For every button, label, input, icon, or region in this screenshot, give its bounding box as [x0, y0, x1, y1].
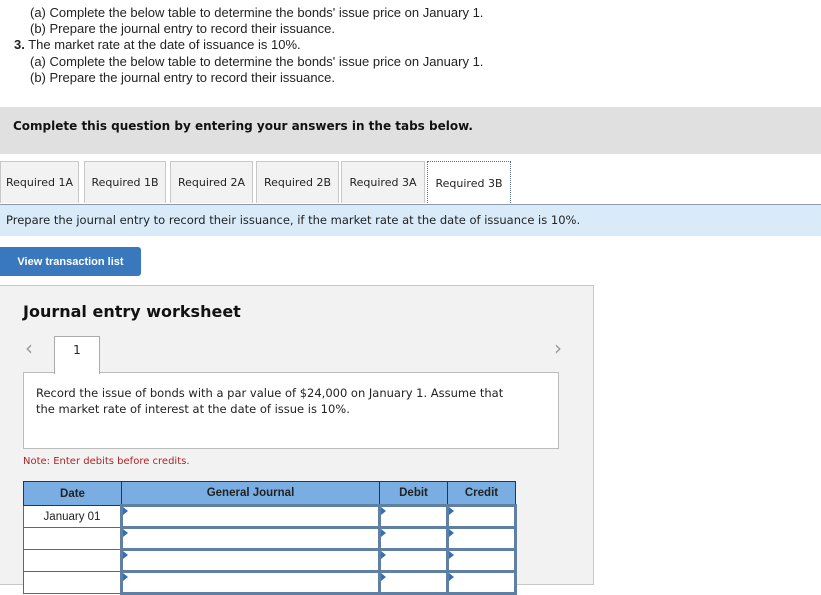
instruction-line: 3. The market rate at the date of issuan… [14, 37, 301, 53]
transaction-description: Record the issue of bonds with a par val… [23, 372, 559, 449]
header-general-journal: General Journal [121, 481, 380, 506]
header-date: Date [23, 481, 122, 506]
entry-tab-1[interactable]: 1 [54, 336, 100, 374]
debit-input[interactable] [378, 548, 449, 573]
date-cell [23, 549, 122, 572]
table-row [23, 548, 517, 573]
debit-input[interactable] [378, 526, 449, 551]
worksheet-title: Journal entry worksheet [23, 302, 241, 321]
table-row: January 01 [23, 504, 517, 529]
table-row [23, 570, 517, 595]
credit-input[interactable] [446, 504, 517, 529]
credit-input[interactable] [446, 570, 517, 595]
account-select[interactable] [120, 548, 381, 573]
table-row [23, 526, 517, 551]
debit-input[interactable] [378, 504, 449, 529]
chevron-right-icon[interactable]: › [554, 338, 562, 358]
tab-required-3a[interactable]: Required 3A [341, 161, 425, 203]
tab-required-3b[interactable]: Required 3B [427, 161, 511, 205]
account-select[interactable] [120, 526, 381, 551]
date-cell [23, 527, 122, 550]
journal-table: Date General Journal Debit Credit Januar… [23, 481, 517, 595]
prompt-text: Prepare the journal entry to record thei… [6, 213, 581, 227]
instructions: (a) Complete the below table to determin… [14, 5, 483, 86]
instructions-banner: Complete this question by entering your … [0, 107, 821, 154]
tab-required-2a[interactable]: Required 2A [170, 161, 253, 203]
view-transaction-list-button[interactable]: View transaction list [0, 247, 141, 276]
account-select[interactable] [120, 570, 381, 595]
debit-input[interactable] [378, 570, 449, 595]
table-header-row: Date General Journal Debit Credit [23, 481, 516, 506]
chevron-left-icon[interactable]: ‹ [25, 338, 33, 358]
instruction-line: (a) Complete the below table to determin… [30, 53, 484, 69]
date-cell: January 01 [23, 505, 122, 528]
banner-text: Complete this question by entering your … [13, 119, 473, 133]
credit-input[interactable] [446, 526, 517, 551]
description-text: Record the issue of bonds with a par val… [36, 386, 504, 416]
tab-required-2b[interactable]: Required 2B [256, 161, 339, 203]
instruction-line: (b) Prepare the journal entry to record … [30, 69, 335, 85]
header-debit: Debit [379, 481, 448, 506]
note-text: Note: Enter debits before credits. [23, 456, 190, 467]
date-cell [23, 571, 122, 594]
header-credit: Credit [447, 481, 516, 506]
question-prompt: Prepare the journal entry to record thei… [0, 204, 821, 236]
instruction-line: (a) Complete the below table to determin… [30, 5, 484, 20]
tab-required-1a[interactable]: Required 1A [0, 161, 79, 203]
credit-input[interactable] [446, 548, 517, 573]
account-select[interactable] [120, 504, 381, 529]
instruction-line: (b) Prepare the journal entry to record … [30, 21, 335, 37]
tab-required-1b[interactable]: Required 1B [84, 161, 166, 203]
